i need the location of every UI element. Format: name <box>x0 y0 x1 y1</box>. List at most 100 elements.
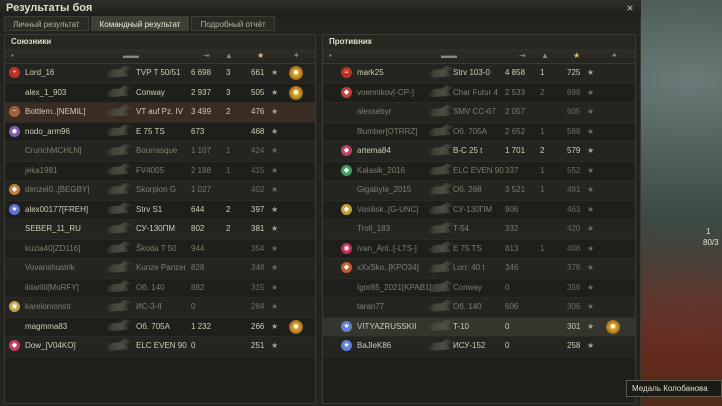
medal-col-icon[interactable]: ✦ <box>611 51 618 60</box>
player-name: BaJleK86 <box>357 341 392 350</box>
tank-col-icon[interactable]: ▬▬ <box>123 51 139 60</box>
xp-star-icon: ★ <box>587 302 595 311</box>
player-row[interactable]: ◆ artema84 B-C 25 t 1 701 2 579 ★ <box>323 142 635 162</box>
player-row[interactable]: taran77 Об. 140 606 306 ★ <box>323 298 635 318</box>
xp-star-icon: ★ <box>271 165 279 175</box>
medal-col-icon[interactable]: ✦ <box>293 51 300 60</box>
player-row[interactable]: magmma83 Об. 705А 1 232 266 ★ ✹ <box>5 317 315 337</box>
player-row[interactable]: kuzia40[ZD116] Škoda T 50 944 354 ★ <box>5 239 315 259</box>
tank-name: FV4005 <box>136 165 165 175</box>
tank-col-icon[interactable]: ▬▬ <box>441 51 457 60</box>
player-name: alexsebyr <box>357 107 392 116</box>
player-row[interactable]: ◆ Kalasik_2016 ELC EVEN 90 337 1 552 ★ <box>323 161 635 181</box>
player-row[interactable]: ≈ mark25 Strv 103-0 4 858 1 725 ★ <box>323 64 635 84</box>
player-row[interactable]: SEBER_11_RU СУ-130ПМ 802 2 381 ★ <box>5 220 315 240</box>
player-name: magmma83 <box>25 321 68 331</box>
player-row[interactable]: fliumber[OTRRZ] Об. 705А 2 652 1 588 ★ <box>323 122 635 142</box>
xp-star-icon: ★ <box>587 185 595 194</box>
xp-value: 251 <box>251 341 265 350</box>
player-row[interactable]: alex_1_903 Conway 2 937 3 505 ★ ✹ <box>5 83 315 103</box>
player-row[interactable]: ◉ Ivan_Ant..[-LTS-] E 75 TS 813 1 406 ★ <box>323 239 635 259</box>
player-row[interactable]: ◆ xXxSko..[KPO34] Lorr. 40 t 346 378 ★ <box>323 259 635 279</box>
tank-name: СУ-130ПМ <box>453 204 493 214</box>
battle-results-window: Результаты боя × Личный результат Командн… <box>0 0 641 406</box>
medal-tooltip: Медаль Колобанова <box>626 380 722 397</box>
damage-value: 1 232 <box>191 321 212 331</box>
damage-value: 3 521 <box>505 185 526 194</box>
player-row[interactable]: ◆ voennikov[-CP-] Char Futur 4 2 533 2 698 ★ <box>323 83 635 103</box>
player-row[interactable]: ildarlili[MoRFY] Об. 140 882 315 ★ <box>5 278 315 298</box>
xp-value: 468 <box>251 126 265 136</box>
medal-icon[interactable]: ✹ <box>289 319 303 334</box>
tank-name: SMV CC-67 <box>453 107 496 116</box>
player-row[interactable]: ◉ karelomonstr ИС-3-II 0 284 ★ <box>5 298 315 318</box>
player-row[interactable]: CrunchMCHLN] Bourrasque 1 107 1 424 ★ <box>5 142 315 162</box>
player-row[interactable]: Igor85_2021[KPAB1] Conway 0 356 ★ <box>323 278 635 298</box>
side-counter-a: 1 <box>706 227 711 236</box>
tank-icon <box>105 338 133 351</box>
platoon-col-icon[interactable]: ▪ <box>329 51 332 60</box>
player-row[interactable]: ★ VITYAZRUSSKII T-10 0 301 ★ ✹ <box>323 317 635 337</box>
player-name: voennikov[-CP-] <box>357 87 414 97</box>
player-name: karelomonstr <box>25 302 72 311</box>
player-row[interactable]: alexsebyr SMV CC-67 2 057 605 ★ <box>323 103 635 123</box>
kills-value: 2 <box>226 224 231 233</box>
player-name: fliumber[OTRRZ] <box>357 126 418 136</box>
player-row[interactable]: ◆ nodo_arm96 E 75 TS 673 468 ★ <box>5 122 315 142</box>
damage-value: 4 858 <box>505 68 526 77</box>
tab-bar: Личный результат Командный результат Подро… <box>4 16 277 31</box>
player-row[interactable]: ~ Bottlem..[NEMIL] VT auf Pz. IV 3 499 2 476 ★ <box>5 103 315 123</box>
tank-icon <box>105 299 133 312</box>
tank-icon <box>427 319 455 332</box>
player-row[interactable]: + Lord_16 TVP T 50/51 6 698 3 661 ★ ✹ <box>5 64 315 84</box>
tab-2[interactable]: Подробный отчёт <box>191 16 275 31</box>
tab-0[interactable]: Личный результат <box>4 16 89 31</box>
player-name: Kalasik_2016 <box>357 165 406 175</box>
player-row[interactable]: Gigabyte_2015 Об. 268 3 521 1 491 ★ <box>323 181 635 201</box>
player-row[interactable]: ◆ Dow_[V04KO] ELC EVEN 90 0 251 ★ <box>5 337 315 357</box>
damage-value: 673 <box>191 126 205 136</box>
tank-icon <box>427 104 455 117</box>
player-row[interactable]: jeka1981 FV4005 2 188 1 415 ★ <box>5 161 315 181</box>
tank-icon <box>105 280 133 293</box>
xp-value: 258 <box>567 341 581 350</box>
xp-col-icon[interactable]: ★ <box>257 51 264 60</box>
kills-col-icon[interactable]: ▲ <box>225 51 233 60</box>
player-badge-icon: ◆ <box>9 184 20 195</box>
damage-value: 2 937 <box>191 87 212 97</box>
tank-name: E 75 TS <box>136 126 165 136</box>
xp-value: 415 <box>251 165 265 175</box>
player-row[interactable]: ◆ denzel0..[BEGBY] Skorpion G 1 027 402 ★ <box>5 181 315 201</box>
allies-column-header: ▪ ▬▬ ⇥ ▲ ★ ✦ <box>5 49 315 64</box>
player-name: Vovanshustrik <box>25 263 75 272</box>
player-name: alex_1_903 <box>25 87 67 97</box>
kills-col-icon[interactable]: ▲ <box>541 51 549 60</box>
player-row[interactable]: ★ alex00177[FREH] Strv S1 644 2 397 ★ <box>5 200 315 220</box>
xp-value: 402 <box>251 185 265 194</box>
close-button[interactable]: × <box>623 1 637 15</box>
player-name: SEBER_11_RU <box>25 224 81 233</box>
platoon-col-icon[interactable]: ▪ <box>11 51 14 60</box>
medal-icon[interactable]: ✹ <box>606 319 620 334</box>
player-badge-icon: ◆ <box>341 262 352 273</box>
damage-value: 802 <box>191 224 205 233</box>
xp-star-icon: ★ <box>587 204 595 214</box>
damage-col-icon[interactable]: ⇥ <box>203 51 210 60</box>
damage-col-icon[interactable]: ⇥ <box>519 51 526 60</box>
player-row[interactable]: Vovanshustrik Kunze Panzer 828 348 ★ <box>5 259 315 279</box>
tank-icon <box>105 221 133 234</box>
player-row[interactable]: ◆ Vasilisk..[G-UNC] СУ-130ПМ 906 463 ★ <box>323 200 635 220</box>
medal-icon[interactable]: ✹ <box>289 85 303 100</box>
allies-list: + Lord_16 TVP T 50/51 6 698 3 661 ★ ✹ alex_1_903… <box>5 64 315 357</box>
player-row[interactable]: Troll_183 T-54 332 420 ★ <box>323 220 635 240</box>
xp-col-icon[interactable]: ★ <box>573 51 580 60</box>
enemies-panel: Противник ▪ ▬▬ ⇥ ▲ ★ ✦ ≈ mark25 Strv 103-0… <box>322 34 636 404</box>
xp-star-icon: ★ <box>587 243 595 253</box>
player-name: Ivan_Ant..[-LTS-] <box>357 243 417 253</box>
xp-value: 420 <box>567 224 581 233</box>
player-row[interactable]: ★ BaJleK86 ИСУ-152 0 258 ★ <box>323 337 635 357</box>
tab-1[interactable]: Командный результат <box>90 16 190 31</box>
tank-name: Об. 705А <box>453 126 487 136</box>
medal-icon[interactable]: ✹ <box>289 66 303 80</box>
player-badge-icon: ◉ <box>9 301 20 312</box>
